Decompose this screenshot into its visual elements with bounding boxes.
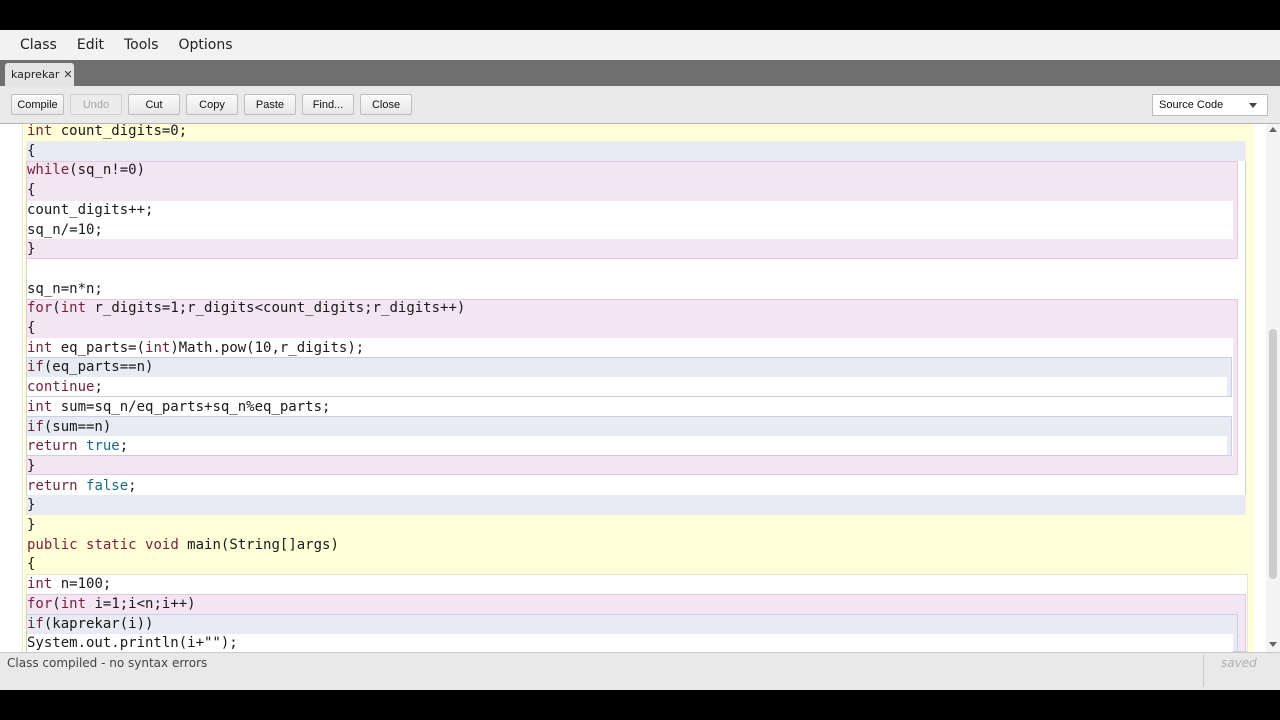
code-editor[interactable]: int count_digits=0; { while(sq_n!=0) { count… <box>0 124 1280 652</box>
code-line: sq_n=n*n; <box>27 280 103 297</box>
find-button[interactable]: Find... <box>302 94 354 115</box>
editor-gutter <box>0 124 22 652</box>
close-button[interactable]: Close <box>360 94 412 115</box>
view-select-value: Source Code <box>1159 99 1224 111</box>
code-line: int eq_parts=(int)Math.pow(10,r_digits); <box>27 339 365 356</box>
code-line: } <box>27 497 36 514</box>
code-line: } <box>27 241 36 258</box>
code-line: if(kaprekar(i)) <box>27 615 154 632</box>
code-line: return true; <box>27 438 129 455</box>
code-line: sq_n/=10; <box>27 221 103 238</box>
saved-indicator: saved <box>1221 656 1257 670</box>
scroll-thumb[interactable] <box>1269 329 1277 579</box>
menu-edit[interactable]: Edit <box>69 37 112 53</box>
status-message: Class compiled - no syntax errors <box>7 656 208 670</box>
code-line: { <box>27 142 36 159</box>
letterbox-bottom <box>0 690 1280 720</box>
code-line: while(sq_n!=0) <box>27 162 146 179</box>
scope-brace-row <box>26 141 1246 161</box>
paste-button[interactable]: Paste <box>244 94 296 115</box>
status-divider <box>1203 655 1204 687</box>
compile-button[interactable]: Compile <box>11 94 64 115</box>
scroll-down-icon[interactable] <box>1269 642 1277 647</box>
code-line: { <box>27 556 36 573</box>
code-line: for(int i=1;i<n;i++) <box>27 595 196 612</box>
menu-tools[interactable]: Tools <box>116 37 167 53</box>
code-line: continue; <box>27 379 103 396</box>
code-line: count_digits++; <box>27 201 154 218</box>
code-line: if(sum==n) <box>27 418 112 435</box>
cut-button[interactable]: Cut <box>128 94 180 115</box>
code-line: int count_digits=0; <box>27 124 188 139</box>
code-line: { <box>27 320 36 336</box>
scope-return-row <box>26 495 1246 515</box>
close-icon[interactable]: ✕ <box>63 69 72 80</box>
copy-button[interactable]: Copy <box>186 94 238 115</box>
status-bar: Class compiled - no syntax errors saved <box>0 652 1280 690</box>
menu-class[interactable]: Class <box>12 37 65 53</box>
scope-if-eq-body <box>27 377 1227 396</box>
vertical-scrollbar[interactable] <box>1266 124 1280 652</box>
code-line: } <box>27 457 36 474</box>
code-line: System.out.println(i+""); <box>27 635 238 652</box>
tab-bar: kaprekar ✕ <box>0 60 1280 86</box>
tab-kaprekar[interactable]: kaprekar ✕ <box>5 63 74 86</box>
scope-if-sum-body <box>27 436 1227 455</box>
code-line: { <box>27 182 36 199</box>
toolbar: Compile Undo Cut Copy Paste Find... Clos… <box>0 86 1280 124</box>
scope-while-body <box>27 201 1233 239</box>
tab-label: kaprekar <box>11 68 60 81</box>
letterbox-top <box>0 0 1280 30</box>
menu-options[interactable]: Options <box>170 37 240 53</box>
code-line: for(int r_digits=1;r_digits<count_digits… <box>27 300 466 317</box>
code-line: } <box>27 517 36 533</box>
scroll-up-icon[interactable] <box>1269 127 1277 132</box>
view-select[interactable]: Source Code <box>1152 94 1268 116</box>
undo-button[interactable]: Undo <box>70 94 122 115</box>
code-line: if(eq_parts==n) <box>27 359 154 376</box>
code-line: int sum=sq_n/eq_parts+sq_n%eq_parts; <box>27 398 331 415</box>
code-line: int n=100; <box>27 576 112 593</box>
menu-bar: Class Edit Tools Options <box>0 30 1280 60</box>
chevron-down-icon <box>1249 103 1257 108</box>
code-line: return false; <box>27 477 137 494</box>
code-line: public static void main(String[]args) <box>27 536 339 553</box>
